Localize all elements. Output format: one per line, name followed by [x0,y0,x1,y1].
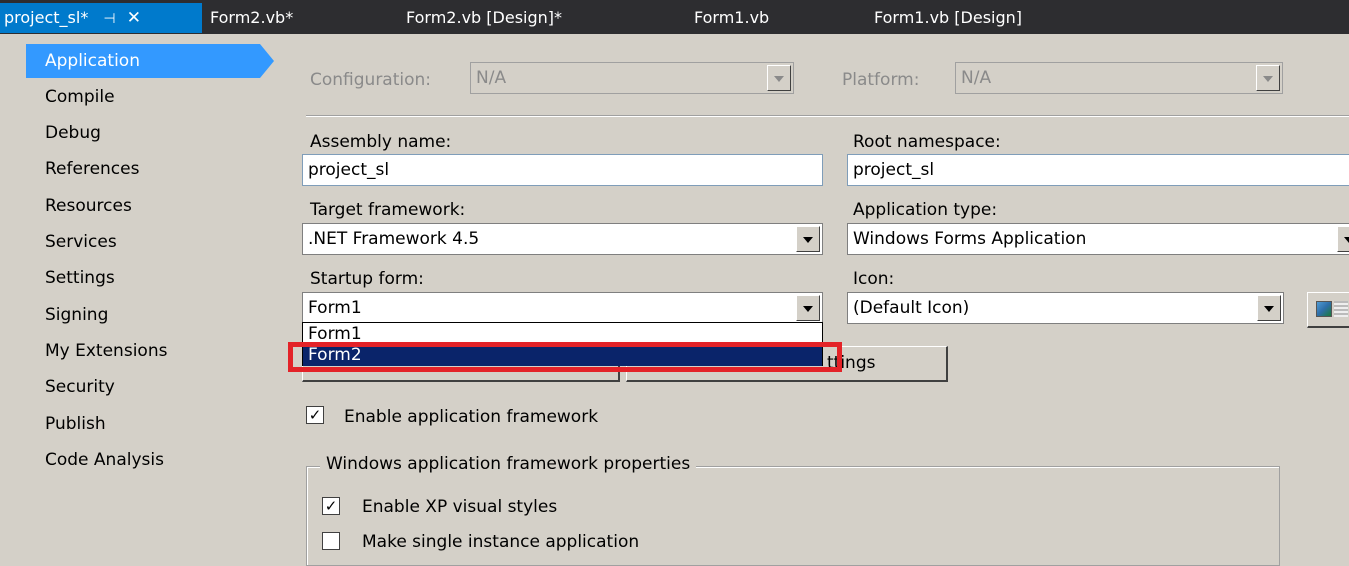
application-type-value: Windows Forms Application [853,229,1087,249]
assembly-name-field[interactable]: project_sl [302,154,823,186]
tab-label: Form2.vb* [210,8,294,27]
icon-preview-button[interactable] [1307,292,1349,328]
tab-form1-design[interactable]: Form1.vb [Design] [870,3,1022,33]
highlight-annotation-box [288,342,842,372]
icon-select[interactable]: (Default Icon) [847,292,1284,324]
enable-framework-label: Enable application framework [344,407,599,427]
chevron-down-icon [767,65,791,91]
icon-value: (Default Icon) [853,298,970,318]
document-tab-strip: project_sl* ⊣ ✕ Form2.vb* Form2.vb [Desi… [0,0,1349,34]
chevron-down-icon[interactable] [1337,226,1349,252]
sidebar-item-code-analysis[interactable]: Code Analysis [26,443,164,477]
assembly-name-value: project_sl [308,160,390,180]
root-namespace-value: project_sl [853,160,935,180]
startup-form-label: Startup form: [310,269,424,289]
tab-form2-design[interactable]: Form2.vb [Design]* [402,3,562,33]
configuration-label: Configuration: [310,70,432,90]
chevron-down-icon[interactable] [796,226,820,252]
configuration-select: N/A [470,62,794,94]
sidebar-item-resources[interactable]: Resources [26,189,132,223]
sidebar-item-settings[interactable]: Settings [26,261,115,295]
chevron-down-icon [1256,65,1280,91]
xp-styles-label: Enable XP visual styles [362,497,558,517]
close-icon[interactable]: ✕ [127,3,141,33]
tab-label: Form2.vb [Design]* [406,8,563,27]
target-framework-value: .NET Framework 4.5 [308,229,480,249]
tab-label: Form1.vb [Design] [874,8,1023,27]
sidebar-item-references[interactable]: References [26,152,139,186]
tab-label: project_sl* [4,8,89,27]
pin-icon[interactable]: ⊣ [103,4,115,34]
platform-select: N/A [955,62,1283,94]
group-title: Windows application framework properties [320,454,697,474]
platform-label: Platform: [842,70,920,90]
app-icon [1316,301,1332,317]
list-icon [1334,301,1348,317]
divider [306,115,1349,117]
sidebar-item-compile[interactable]: Compile [26,80,115,114]
chevron-down-icon[interactable] [1257,295,1281,321]
target-framework-select[interactable]: .NET Framework 4.5 [302,223,823,255]
sidebar-item-services[interactable]: Services [26,225,117,259]
single-instance-label: Make single instance application [362,532,640,552]
xp-styles-checkbox[interactable]: ✓ [322,497,340,515]
enable-framework-checkbox[interactable]: ✓ [306,406,324,424]
root-namespace-label: Root namespace: [853,132,1001,152]
application-type-select[interactable]: Windows Forms Application [847,223,1349,255]
assembly-name-label: Assembly name: [310,132,452,152]
startup-form-value: Form1 [308,298,362,318]
single-instance-checkbox[interactable] [322,532,340,550]
startup-form-select[interactable]: Form1 [302,292,823,324]
root-namespace-field[interactable]: project_sl [847,154,1349,186]
icon-label: Icon: [853,269,895,289]
sidebar-item-security[interactable]: Security [26,370,115,404]
sidebar-item-application[interactable]: Application [26,44,260,78]
tab-project-sl[interactable]: project_sl* ⊣ ✕ [0,3,202,33]
chevron-down-icon[interactable] [796,295,820,321]
target-framework-label: Target framework: [310,200,466,220]
sidebar-item-debug[interactable]: Debug [26,116,101,150]
configuration-value: N/A [476,68,507,88]
platform-value: N/A [961,68,992,88]
active-indicator-arrow [260,44,274,78]
tab-form2-vb[interactable]: Form2.vb* [206,3,293,33]
tab-label: Form1.vb [694,8,770,27]
sidebar-item-publish[interactable]: Publish [26,407,106,441]
tab-form1-vb[interactable]: Form1.vb [690,3,769,33]
sidebar-item-signing[interactable]: Signing [26,298,108,332]
application-type-label: Application type: [853,200,998,220]
sidebar-item-my-extensions[interactable]: My Extensions [26,334,167,368]
